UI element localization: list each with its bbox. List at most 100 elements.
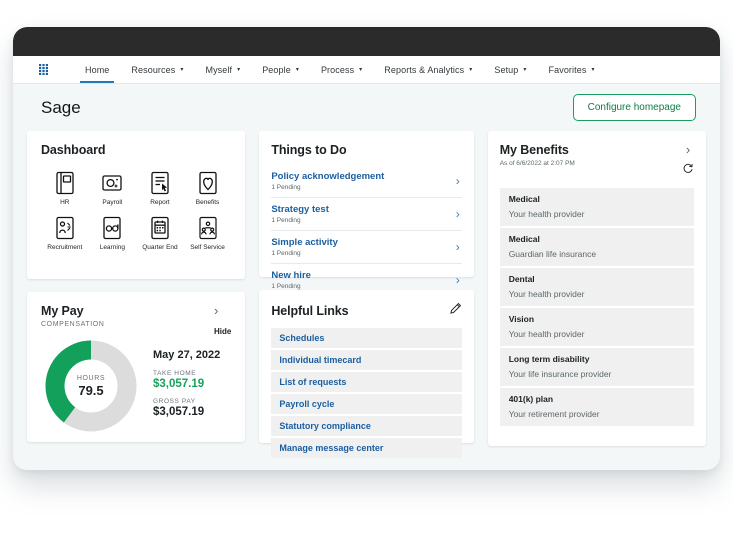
dashboard-tile-label: Benefits — [195, 199, 220, 206]
benefit-provider: Your health provider — [508, 289, 585, 299]
benefit-provider: Your retirement provider — [508, 409, 600, 419]
dashboard-tile-label: HR — [60, 199, 70, 206]
chevron-down-icon: ▾ — [237, 66, 241, 73]
dashboard-tile-label: Quarter End — [142, 244, 178, 251]
nav-label: Myself — [205, 64, 233, 75]
todo-item-status: 1 Pending — [271, 217, 301, 224]
dashboard-tile-self-service[interactable]: Self Service — [184, 216, 232, 251]
helpful-link-item[interactable]: Manage message center — [271, 438, 462, 458]
refresh-icon[interactable] — [682, 161, 694, 179]
window-titlebar — [13, 27, 720, 56]
nav-item-home[interactable]: Home — [74, 56, 120, 83]
hide-button[interactable]: Hide — [214, 327, 231, 336]
helpful-link-item[interactable]: Payroll cycle — [271, 394, 462, 414]
my-benefits-card: My Benefits As of 6/6/2022 at 2:07 PM › — [487, 131, 707, 446]
benefit-item[interactable]: Medical Your health provider — [499, 188, 695, 226]
dashboard-tile-label: Self Service — [190, 244, 225, 251]
dashboard-tile-recruitment[interactable]: Recruitment — [41, 216, 89, 251]
helpful-links-card: Helpful Links Schedules Individual timec… — [259, 290, 474, 458]
nav-label: Process — [320, 64, 355, 75]
quarter-end-icon — [149, 216, 171, 240]
donut-label: HOURS — [76, 374, 106, 382]
nav-item-myself[interactable]: Myself ▾ — [194, 56, 251, 83]
helpful-link-item[interactable]: Schedules — [271, 328, 462, 348]
helpful-link-item[interactable]: Individual timecard — [271, 350, 462, 370]
chevron-down-icon: ▾ — [469, 66, 473, 73]
nav-item-people[interactable]: People ▾ — [251, 56, 310, 83]
helpful-links-header: Helpful Links — [271, 302, 461, 320]
main-navigation: Home Resources ▾ Myself ▾ People ▾ Proce… — [13, 56, 720, 84]
nav-item-reports-analytics[interactable]: Reports & Analytics ▾ — [373, 56, 483, 83]
dashboard-tile-report[interactable]: Report — [136, 171, 184, 206]
my-pay-card: My Pay COMPENSATION › Hide HOURS 79.5 Ma… — [27, 292, 246, 442]
column-middle: Things to Do Policy acknowledgement 1 Pe… — [259, 131, 474, 458]
dashboard-card: Dashboard HR Payroll Report Benefits Rec… — [27, 131, 246, 279]
benefit-item[interactable]: 401(k) plan Your retirement provider — [499, 388, 695, 426]
hours-donut-chart: HOURS 79.5 — [43, 338, 139, 434]
gross-pay-value: $3,057.19 — [153, 405, 205, 418]
nav-label: Resources — [131, 64, 176, 75]
configure-homepage-button[interactable]: Configure homepage — [572, 94, 696, 121]
nav-label: Reports & Analytics — [384, 64, 465, 75]
todo-item-status: 1 Pending — [271, 283, 301, 290]
nav-label: Setup — [494, 64, 519, 75]
self-service-icon — [197, 216, 219, 240]
svg-text:Sage: Sage — [41, 98, 81, 117]
dashboard-tile-learning[interactable]: Learning — [89, 216, 137, 251]
nav-item-resources[interactable]: Resources ▾ — [120, 56, 194, 83]
things-to-do-list: Policy acknowledgement 1 Pending › Strat… — [271, 165, 462, 296]
benefit-item[interactable]: Vision Your health provider — [499, 308, 695, 346]
benefit-item[interactable]: Medical Guardian life insurance — [499, 228, 695, 266]
chevron-right-icon: › — [455, 240, 460, 254]
pay-info: May 27, 2022 TAKE HOME $3,057.19 GROSS P… — [153, 347, 220, 426]
dashboard-tile-label: Report — [150, 199, 170, 206]
todo-item-status: 1 Pending — [271, 184, 301, 191]
benefit-provider: Guardian life insurance — [508, 249, 597, 259]
benefit-name: Dental — [508, 274, 535, 284]
sage-logo[interactable]: Sage — [41, 95, 99, 121]
column-right: My Benefits As of 6/6/2022 at 2:07 PM › — [487, 131, 707, 446]
report-icon — [149, 171, 171, 195]
apps-grid-icon[interactable] — [35, 56, 54, 83]
dashboard-tile-quarter-end[interactable]: Quarter End — [136, 216, 184, 251]
todo-item[interactable]: Strategy test 1 Pending › — [271, 198, 462, 231]
take-home-label: TAKE HOME — [153, 369, 197, 377]
dashboard-tile-benefits[interactable]: Benefits — [184, 171, 232, 206]
my-benefits-list: Medical Your health provider Medical Gua… — [499, 188, 695, 426]
nav-item-setup[interactable]: Setup ▾ — [483, 56, 537, 83]
my-pay-title: My Pay — [41, 304, 84, 318]
todo-item[interactable]: Simple activity 1 Pending › — [271, 231, 462, 264]
column-left: Dashboard HR Payroll Report Benefits Rec… — [27, 131, 246, 442]
gross-pay-label: GROSS PAY — [153, 397, 196, 405]
pencil-icon[interactable] — [449, 302, 462, 320]
chevron-down-icon: ▾ — [180, 66, 184, 73]
benefit-item[interactable]: Dental Your health provider — [499, 268, 695, 306]
chevron-right-icon: › — [455, 174, 460, 188]
dashboard-columns: Dashboard HR Payroll Report Benefits Rec… — [27, 131, 707, 458]
my-benefits-title: My Benefits — [499, 143, 569, 157]
my-benefits-timestamp: As of 6/6/2022 at 2:07 PM — [499, 160, 575, 167]
pay-date: May 27, 2022 — [153, 348, 221, 361]
dashboard-title: Dashboard — [41, 143, 106, 157]
todo-item[interactable]: Policy acknowledgement 1 Pending › — [271, 165, 462, 198]
nav-item-process[interactable]: Process ▾ — [310, 56, 373, 83]
benefit-name: 401(k) plan — [508, 394, 554, 404]
todo-item-status: 1 Pending — [271, 250, 301, 257]
chevron-right-icon[interactable]: › — [214, 304, 231, 317]
nav-item-favorites[interactable]: Favorites ▾ — [538, 56, 606, 83]
chevron-right-icon[interactable]: › — [686, 143, 690, 156]
todo-item-title: Policy acknowledgement — [271, 171, 385, 182]
nav-label: Home — [85, 64, 110, 75]
dashboard-tile-label: Recruitment — [47, 244, 83, 251]
benefit-name: Medical — [508, 234, 540, 244]
helpful-link-item[interactable]: Statutory compliance — [271, 416, 462, 436]
nav-label: People — [262, 64, 291, 75]
benefit-name: Medical — [508, 194, 540, 204]
benefit-item[interactable]: Long term disability Your life insurance… — [499, 348, 695, 386]
brand-bar: Sage Configure homepage — [27, 84, 706, 131]
chevron-down-icon: ▾ — [359, 66, 363, 73]
dashboard-tile-hr[interactable]: HR — [41, 171, 89, 206]
things-to-do-title: Things to Do — [271, 143, 347, 157]
helpful-link-item[interactable]: List of requests — [271, 372, 462, 392]
dashboard-tile-payroll[interactable]: Payroll — [89, 171, 137, 206]
